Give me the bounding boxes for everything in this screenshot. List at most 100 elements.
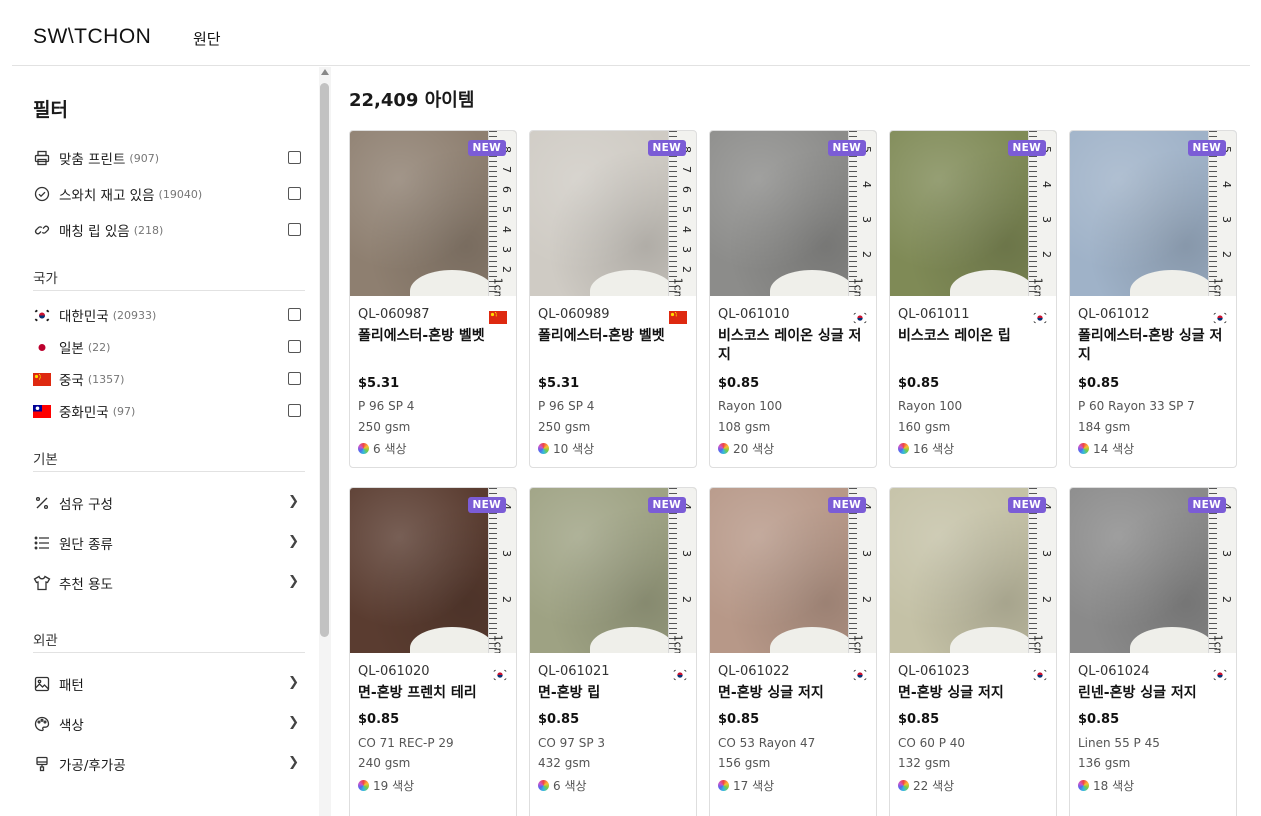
- product-card[interactable]: 8 7 6 5 4 3 2 1cm NEW QL-060989 폴리에스터-혼방 벨벳 $5.31 P …: [529, 130, 697, 468]
- ruler-label: 6: [500, 186, 513, 193]
- checkbox[interactable]: [288, 187, 301, 200]
- color-wheel-icon: [538, 443, 549, 454]
- filter-country-tw[interactable]: 중화민국 (97): [33, 399, 301, 423]
- scroll-up-arrow-icon[interactable]: [321, 69, 329, 75]
- nav-fabric-link[interactable]: 원단: [193, 28, 221, 49]
- fabric-swatch-image[interactable]: 5 4 3 2 1cm NEW: [890, 131, 1056, 296]
- checkbox[interactable]: [288, 151, 301, 164]
- fabric-swatch-image[interactable]: 4 3 2 1cm NEW: [1070, 488, 1236, 653]
- product-name[interactable]: 비스코스 레이온 싱글 저지: [718, 327, 868, 365]
- product-card[interactable]: 4 3 2 1cm NEW QL-061021 면-혼방 립 $0.85 CO 97 SP 34…: [529, 487, 697, 816]
- filter-recommended-use[interactable]: 추천 용도 ❯: [33, 571, 301, 595]
- checkbox[interactable]: [288, 340, 301, 353]
- new-badge: NEW: [1187, 497, 1226, 513]
- ruler-label: 4: [500, 226, 513, 233]
- fabric-curl: [1130, 627, 1214, 653]
- fabric-swatch-image[interactable]: 5 4 3 2 1cm NEW: [710, 131, 876, 296]
- chevron-right-icon: ❯: [288, 675, 299, 690]
- product-price: $5.31: [538, 376, 580, 391]
- filter-country-cn[interactable]: 중국 (1357): [33, 367, 301, 391]
- product-card[interactable]: 5 4 3 2 1cm NEW QL-061010 비스코스 레이온 싱글 저지 $0.85 Ra…: [709, 130, 877, 468]
- product-weight: 240 gsm: [358, 756, 411, 770]
- fabric-curl: [410, 270, 494, 296]
- fabric-curl: [770, 270, 854, 296]
- product-price: $0.85: [1078, 712, 1120, 727]
- korea-flag-icon: [1032, 666, 1048, 685]
- new-badge: NEW: [1187, 140, 1226, 156]
- product-code: QL-061024: [1078, 664, 1150, 679]
- product-price: $0.85: [1078, 376, 1120, 391]
- filter-country-jp[interactable]: 일본 (22): [33, 335, 301, 359]
- product-card[interactable]: 8 7 6 5 4 3 2 1cm NEW QL-060987 폴리에스터-혼방 벨벳 $5.31 P …: [349, 130, 517, 468]
- fabric-swatch-image[interactable]: 4 3 2 1cm NEW: [350, 488, 516, 653]
- fabric-curl: [950, 270, 1034, 296]
- product-colors: 16 색상: [898, 440, 954, 457]
- ruler-label: 4: [680, 226, 693, 233]
- product-name[interactable]: 비스코스 레이온 립: [898, 327, 1048, 346]
- filter-label: 패턴: [59, 678, 84, 694]
- product-composition: P 96 SP 4: [538, 399, 595, 413]
- list-icon: [33, 534, 51, 552]
- product-name[interactable]: 린넨-혼방 싱글 저지: [1078, 684, 1228, 703]
- checkbox[interactable]: [288, 372, 301, 385]
- checkbox[interactable]: [288, 308, 301, 321]
- product-name[interactable]: 폴리에스터-혼방 벨벳: [358, 327, 508, 346]
- product-name[interactable]: 면-혼방 싱글 저지: [718, 684, 868, 703]
- filter-label: 맞춤 프린트: [59, 152, 126, 168]
- filter-pattern[interactable]: 패턴 ❯: [33, 672, 301, 696]
- ruler-label: 2: [500, 596, 513, 603]
- fabric-curl: [410, 627, 494, 653]
- korea-flag-icon: [1032, 309, 1048, 328]
- product-name[interactable]: 면-혼방 립: [538, 684, 688, 703]
- filter-fabric-type[interactable]: 원단 종류 ❯: [33, 531, 301, 555]
- new-badge: NEW: [467, 497, 506, 513]
- fabric-swatch-image[interactable]: 4 3 2 1cm NEW: [890, 488, 1056, 653]
- product-card[interactable]: 5 4 3 2 1cm NEW QL-061011 비스코스 레이온 립 $0.85 Rayon …: [889, 130, 1057, 468]
- filter-count: (218): [133, 223, 164, 237]
- filter-color[interactable]: 색상 ❯: [33, 712, 301, 736]
- filter-count: (20933): [112, 308, 157, 322]
- product-card[interactable]: 4 3 2 1cm NEW QL-061020 면-혼방 프렌치 테리 $0.85 CO 71 …: [349, 487, 517, 816]
- ruler-label: 2: [1040, 251, 1053, 258]
- product-name[interactable]: 면-혼방 프렌치 테리: [358, 684, 508, 703]
- product-card[interactable]: 5 4 3 2 1cm NEW QL-061012 폴리에스터-혼방 싱글 저지 $0.85 P …: [1069, 130, 1237, 468]
- checkbox[interactable]: [288, 404, 301, 417]
- product-colors: 17 색상: [718, 777, 774, 794]
- product-name[interactable]: 면-혼방 싱글 저지: [898, 684, 1048, 703]
- fabric-swatch-image[interactable]: 8 7 6 5 4 3 2 1cm NEW: [350, 131, 516, 296]
- product-name[interactable]: 폴리에스터-혼방 싱글 저지: [1078, 327, 1228, 365]
- filter-custom-print[interactable]: 맞춤 프린트 (907): [33, 146, 301, 170]
- fabric-swatch-image[interactable]: 5 4 3 2 1cm NEW: [1070, 131, 1236, 296]
- product-price: $0.85: [718, 712, 760, 727]
- product-code: QL-061012: [1078, 307, 1150, 322]
- ruler-label: 1cm: [491, 277, 505, 296]
- product-weight: 432 gsm: [538, 756, 591, 770]
- product-weight: 250 gsm: [538, 420, 591, 434]
- ruler-label: 3: [860, 550, 873, 557]
- filter-country-kr[interactable]: 대한민국 (20933): [33, 303, 301, 327]
- checkbox[interactable]: [288, 223, 301, 236]
- fabric-swatch-image[interactable]: 8 7 6 5 4 3 2 1cm NEW: [530, 131, 696, 296]
- ruler-label: 2: [860, 251, 873, 258]
- fabric-swatch-image[interactable]: 4 3 2 1cm NEW: [710, 488, 876, 653]
- fabric-curl: [590, 270, 674, 296]
- product-card[interactable]: 4 3 2 1cm NEW QL-061024 린넨-혼방 싱글 저지 $0.85 Linen …: [1069, 487, 1237, 816]
- scrollbar-thumb[interactable]: [320, 83, 329, 637]
- product-weight: 250 gsm: [358, 420, 411, 434]
- filter-matching-rib[interactable]: 매칭 립 있음 (218): [33, 218, 301, 242]
- new-badge: NEW: [827, 497, 866, 513]
- logo[interactable]: SW\TCHON: [33, 25, 151, 49]
- ruler-label: 3: [1220, 550, 1233, 557]
- product-card[interactable]: 4 3 2 1cm NEW QL-061022 면-혼방 싱글 저지 $0.85 CO 53 R…: [709, 487, 877, 816]
- color-count: 6 색상: [373, 442, 407, 456]
- product-composition: CO 53 Rayon 47: [718, 736, 816, 750]
- ruler-label: 2: [680, 266, 693, 273]
- fabric-curl: [1130, 270, 1214, 296]
- filter-fiber-composition[interactable]: 섬유 구성 ❯: [33, 491, 301, 515]
- fabric-swatch-image[interactable]: 4 3 2 1cm NEW: [530, 488, 696, 653]
- product-name[interactable]: 폴리에스터-혼방 벨벳: [538, 327, 688, 346]
- filter-swatch-stock[interactable]: 스와치 재고 있음 (19040): [33, 182, 301, 206]
- section-basic: 기본: [33, 448, 305, 472]
- product-card[interactable]: 4 3 2 1cm NEW QL-061023 면-혼방 싱글 저지 $0.85 CO 60 P…: [889, 487, 1057, 816]
- filter-finishing[interactable]: 가공/후가공 ❯: [33, 752, 301, 776]
